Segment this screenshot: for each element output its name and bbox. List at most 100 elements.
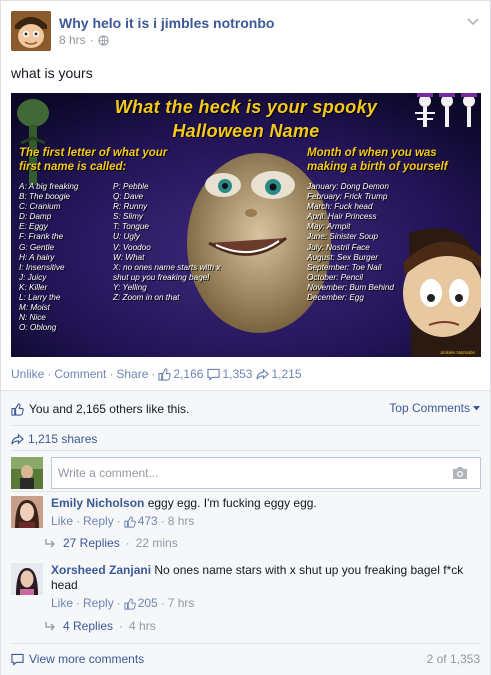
letter-name-item: H: A hairy bbox=[19, 252, 55, 262]
shares-count: 1,215 bbox=[271, 367, 302, 381]
comment-time[interactable]: 8 hrs bbox=[168, 514, 195, 529]
feedback-section: You and 2,165 others like this. Top Comm… bbox=[1, 390, 490, 675]
letter-name-item: Z: Zoom in on that bbox=[113, 293, 180, 303]
unlike-link[interactable]: Unlike bbox=[11, 367, 44, 381]
share-link[interactable]: Share bbox=[116, 367, 148, 381]
comment-author-link[interactable]: Emily Nicholson bbox=[51, 496, 144, 510]
letter-name-item: shut up you freaking bagel bbox=[113, 272, 210, 282]
likes-count: 2,166 bbox=[173, 367, 204, 381]
shares-stat[interactable]: 1,215 bbox=[256, 367, 302, 381]
image-title-line1: What the heck is your spooky bbox=[114, 97, 378, 117]
divider bbox=[11, 491, 480, 492]
letter-name-item: J: Juicy bbox=[19, 272, 47, 282]
post-header: Why helo it is i jimbles notronbo 8 hrs … bbox=[11, 11, 480, 55]
comment-bubble-icon bbox=[207, 368, 221, 381]
replies-count[interactable]: 4 Replies bbox=[63, 619, 113, 633]
letter-name-item: P: Pebble bbox=[113, 182, 149, 191]
month-name-item: November: Bum Behind bbox=[307, 282, 394, 292]
comments-page-count: 2 of 1,353 bbox=[426, 652, 480, 666]
post-card: Why helo it is i jimbles notronbo 8 hrs … bbox=[0, 0, 491, 675]
view-more-comments-link[interactable]: View more comments bbox=[29, 652, 144, 666]
thumbs-up-icon bbox=[124, 597, 136, 610]
replies-link[interactable]: 4 Replies · 4 hrs bbox=[45, 619, 156, 633]
comment-like-count[interactable]: 205 bbox=[138, 596, 158, 611]
comment-reply-link[interactable]: Reply bbox=[83, 514, 114, 529]
comment-input[interactable] bbox=[51, 457, 481, 489]
comment-like-link[interactable]: Like bbox=[51, 514, 73, 529]
commenter-avatar[interactable] bbox=[11, 496, 43, 528]
separator-dot: · bbox=[160, 596, 165, 610]
comment-time[interactable]: 7 hrs bbox=[168, 596, 195, 611]
comment-like-link[interactable]: Like bbox=[51, 596, 73, 611]
letter-name-item: B: The boogie bbox=[19, 192, 70, 202]
right-heading-line2: making a birth of yourself bbox=[307, 161, 448, 173]
image-credit: Jimbles Notronbo bbox=[439, 350, 475, 355]
camera-icon[interactable] bbox=[452, 466, 468, 480]
divider bbox=[11, 425, 480, 426]
thumbs-up-icon bbox=[124, 515, 136, 528]
likes-summary-text[interactable]: You and 2,165 others like this. bbox=[29, 402, 189, 416]
months-column: January: Dong Demon February: Frick Trump… bbox=[307, 182, 394, 303]
comment-author-link[interactable]: Xorsheed Zanjani bbox=[51, 563, 151, 577]
comment-like-count[interactable]: 473 bbox=[138, 514, 158, 529]
reply-arrow-icon bbox=[45, 622, 55, 631]
post-actions: Unlike · Comment · Share · 2,166 1,353 1… bbox=[11, 367, 306, 381]
thumbs-up-icon bbox=[158, 367, 172, 381]
likes-stat[interactable]: 2,166 bbox=[158, 367, 203, 381]
month-name-item: August: Sex Burger bbox=[307, 252, 378, 262]
letter-name-item: M: Moist bbox=[19, 303, 50, 313]
letter-name-item: W: What bbox=[113, 252, 145, 262]
comment-body: Emily Nicholson eggy egg. I'm fucking eg… bbox=[51, 496, 480, 529]
month-name-item: May: Armpit bbox=[307, 222, 351, 232]
letter-name-item: L: Larry the bbox=[19, 293, 61, 303]
separator-dot: · bbox=[151, 367, 156, 381]
divider bbox=[11, 450, 480, 451]
right-heading-line1: Month of when you was bbox=[307, 147, 437, 159]
separator-dot: · bbox=[116, 514, 121, 528]
letter-name-item: A: A big freaking bbox=[19, 182, 79, 191]
reply-arrow-icon bbox=[45, 539, 55, 548]
share-arrow-icon bbox=[11, 433, 24, 444]
commenter-avatar[interactable] bbox=[11, 563, 43, 595]
left-heading-line2: first name is called: bbox=[19, 161, 127, 173]
separator-dot: · bbox=[160, 514, 165, 528]
post-time-text[interactable]: 8 hrs bbox=[59, 33, 86, 47]
post-image[interactable]: What the heck is your spooky Halloween N… bbox=[11, 93, 481, 357]
month-name-item: April: Hair Princess bbox=[307, 212, 377, 222]
separator-dot: · bbox=[116, 596, 121, 610]
comments-stat[interactable]: 1,353 bbox=[207, 367, 252, 381]
shares-summary[interactable]: 1,215 shares bbox=[11, 432, 97, 446]
letter-name-item: T: Tongue bbox=[113, 222, 149, 232]
separator-dot: · bbox=[76, 596, 81, 610]
caret-down-icon bbox=[473, 405, 480, 410]
image-right-heading: Month of when you was making a birth of … bbox=[307, 146, 448, 174]
chevron-down-icon[interactable] bbox=[466, 15, 480, 29]
letter-name-item: U: Ugly bbox=[113, 232, 140, 242]
month-name-item: February: Frick Trump bbox=[307, 192, 388, 202]
month-name-item: June: Sinister Soup bbox=[307, 232, 379, 242]
letters-column-2: P: Pebble Q: Dave R: Runny S: Slimy T: Tongu… bbox=[113, 182, 220, 303]
letter-name-item: F: Frank the bbox=[19, 232, 64, 242]
comment-reply-link[interactable]: Reply bbox=[83, 596, 114, 611]
page-avatar[interactable] bbox=[11, 11, 51, 51]
letter-name-item: R: Runny bbox=[113, 202, 148, 212]
top-comments-dropdown[interactable]: Top Comments bbox=[389, 401, 480, 415]
month-name-item: October: Pencil bbox=[307, 272, 363, 282]
page-name-link[interactable]: Why helo it is i jimbles notronbo bbox=[59, 15, 274, 31]
comment-meta: Like · Reply · 473 · 8 hrs bbox=[51, 514, 480, 529]
letter-name-item: E: Eggy bbox=[19, 222, 48, 232]
image-left-heading: The first letter of what your first name… bbox=[19, 146, 167, 174]
comment-link[interactable]: Comment bbox=[54, 367, 106, 381]
likes-summary: You and 2,165 others like this. Top Comm… bbox=[11, 401, 480, 417]
letter-name-item: I: Insensitive bbox=[19, 262, 65, 272]
left-heading-line1: The first letter of what your bbox=[19, 147, 168, 159]
view-more-row: View more comments 2 of 1,353 bbox=[11, 652, 480, 666]
comment-bubble-icon bbox=[11, 653, 24, 666]
my-avatar[interactable] bbox=[11, 457, 43, 489]
separator-dot: · bbox=[125, 536, 130, 550]
replies-count[interactable]: 27 Replies bbox=[63, 536, 120, 550]
share-arrow-icon bbox=[256, 368, 270, 379]
post-timestamp[interactable]: 8 hrs · bbox=[59, 33, 109, 47]
replies-link[interactable]: 27 Replies · 22 mins bbox=[45, 536, 178, 550]
shares-summary-text: 1,215 shares bbox=[28, 432, 98, 446]
